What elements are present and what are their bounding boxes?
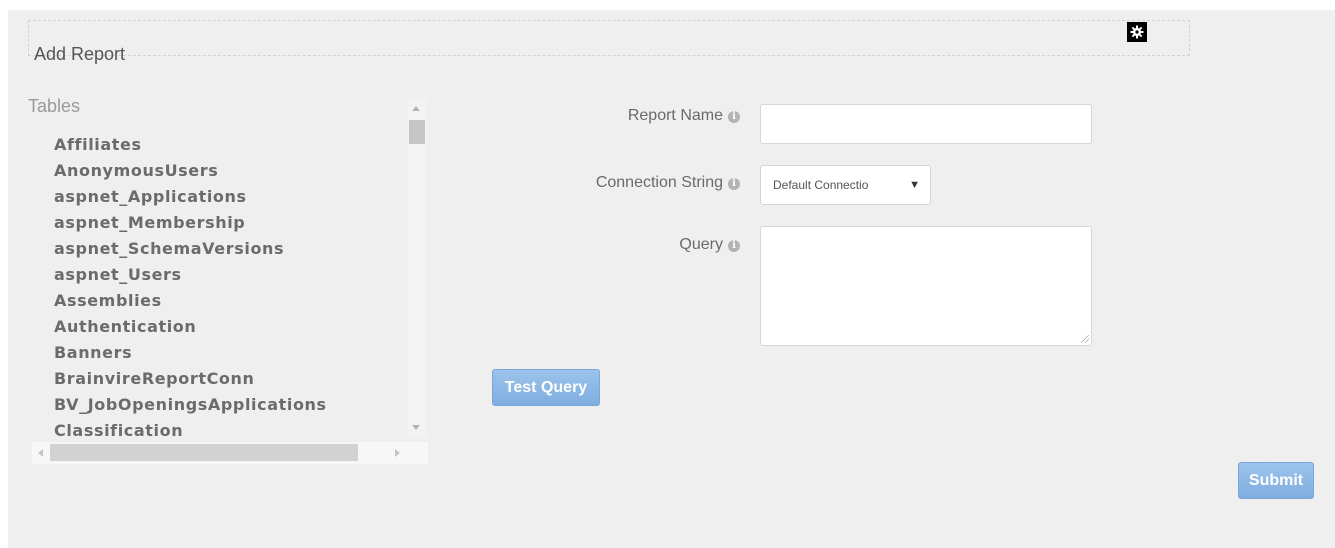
list-item[interactable]: BV_JobOpeningsApplications <box>54 392 327 418</box>
submit-button[interactable]: Submit <box>1238 462 1314 499</box>
list-item[interactable]: Assemblies <box>54 288 327 314</box>
list-item[interactable]: Authentication <box>54 314 327 340</box>
scroll-up-arrow-icon[interactable] <box>412 106 420 111</box>
connection-string-select[interactable]: Default Connectio ▼ <box>760 165 931 205</box>
query-label: Query i <box>440 236 740 254</box>
vertical-scroll-thumb[interactable] <box>409 120 425 144</box>
scroll-right-arrow-icon[interactable] <box>395 449 400 457</box>
tables-vertical-scrollbar[interactable] <box>408 100 426 436</box>
list-item[interactable]: aspnet_Membership <box>54 210 327 236</box>
chevron-down-icon: ▼ <box>909 179 920 191</box>
list-item[interactable]: Affiliates <box>54 132 327 158</box>
resize-handle-icon[interactable] <box>1081 335 1089 343</box>
list-item[interactable]: aspnet_Applications <box>54 184 327 210</box>
page-title: Add Report <box>34 44 126 64</box>
scroll-left-arrow-icon[interactable] <box>38 449 43 457</box>
list-item[interactable]: AnonymousUsers <box>54 158 327 184</box>
module-header-drop-area <box>28 20 1190 56</box>
horizontal-scroll-thumb[interactable] <box>50 444 358 461</box>
connection-string-label: Connection String i <box>440 174 740 192</box>
info-icon[interactable]: i <box>728 240 740 252</box>
report-name-label-text: Report Name <box>627 107 723 124</box>
list-item[interactable]: aspnet_SchemaVersions <box>54 236 327 262</box>
list-item[interactable]: Banners <box>54 340 327 366</box>
info-icon[interactable]: i <box>728 111 740 123</box>
gear-icon[interactable] <box>1127 22 1147 42</box>
connection-string-label-text: Connection String <box>595 174 723 191</box>
report-name-label: Report Name i <box>440 107 740 125</box>
report-name-input[interactable] <box>760 104 1092 144</box>
list-item[interactable]: BrainvireReportConn <box>54 366 327 392</box>
tables-list: Affiliates AnonymousUsers aspnet_Applica… <box>54 132 327 444</box>
tables-listbox[interactable]: Tables Affiliates AnonymousUsers aspnet_… <box>22 96 429 466</box>
scroll-down-arrow-icon[interactable] <box>412 425 420 430</box>
tables-horizontal-scrollbar[interactable] <box>32 442 428 464</box>
test-query-button[interactable]: Test Query <box>492 369 600 406</box>
query-textarea[interactable] <box>760 226 1092 346</box>
connection-string-selected-value: Default Connectio <box>773 178 869 192</box>
list-item[interactable]: Classification <box>54 418 327 444</box>
info-icon[interactable]: i <box>728 178 740 190</box>
list-item[interactable]: aspnet_Users <box>54 262 327 288</box>
query-label-text: Query <box>679 236 723 253</box>
tables-label: Tables <box>28 96 81 116</box>
